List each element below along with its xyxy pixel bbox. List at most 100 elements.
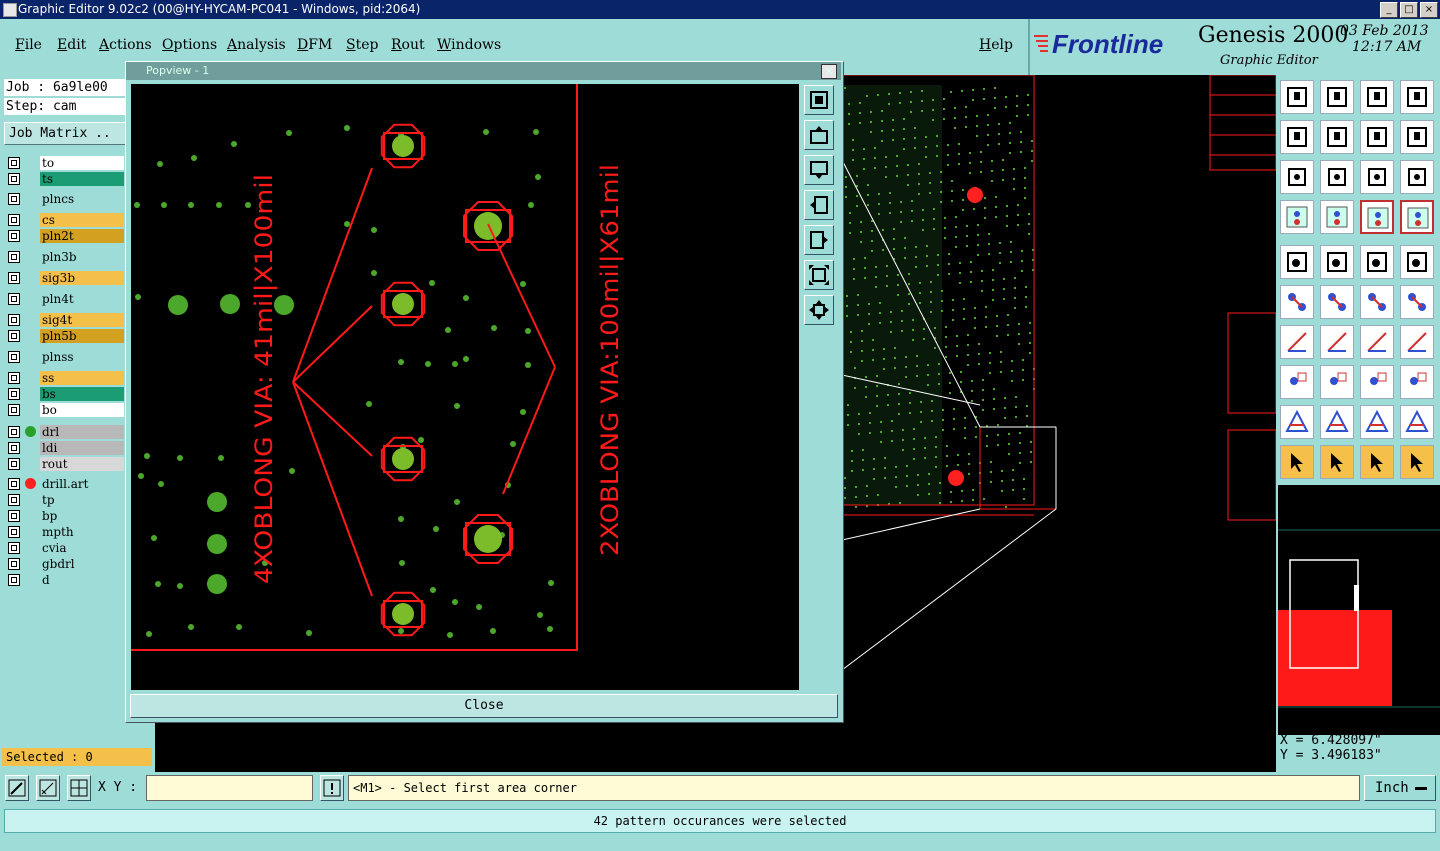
layer-checkbox[interactable] bbox=[8, 251, 20, 263]
alert-button[interactable] bbox=[320, 775, 344, 801]
route-path-tool-button[interactable] bbox=[1400, 445, 1434, 479]
pointer-box-tool-button[interactable] bbox=[1320, 445, 1354, 479]
minimize-button[interactable]: _ bbox=[1380, 2, 1398, 18]
triangle-d-tool-button[interactable] bbox=[1400, 405, 1434, 439]
compare-tool-button[interactable] bbox=[1400, 325, 1434, 359]
popview-canvas[interactable]: 4XOBLONG VIA: 41mil|X100mil 2XOBLONG VIA… bbox=[131, 84, 799, 690]
unit-selector[interactable]: Inch bbox=[1364, 775, 1436, 801]
open-job-tool-button[interactable] bbox=[1280, 80, 1314, 114]
layer-checkbox[interactable] bbox=[8, 574, 20, 586]
save-tool-button[interactable] bbox=[1320, 80, 1354, 114]
layer-checkbox[interactable] bbox=[8, 314, 20, 326]
layer-checkbox[interactable] bbox=[8, 478, 20, 490]
graphic-view-bottom[interactable] bbox=[155, 721, 842, 772]
mirror-tool-button[interactable] bbox=[1360, 120, 1394, 154]
layer-row[interactable]: drill.art bbox=[6, 477, 124, 492]
layer-checkbox[interactable] bbox=[8, 193, 20, 205]
import-tool-button[interactable] bbox=[1280, 120, 1314, 154]
layer-row[interactable]: plncs bbox=[6, 192, 124, 207]
layer-checkbox[interactable] bbox=[8, 293, 20, 305]
menu-options[interactable]: Options bbox=[162, 37, 217, 53]
measure-button[interactable] bbox=[36, 775, 60, 801]
layer-checkbox[interactable] bbox=[8, 157, 20, 169]
pan-up-button[interactable] bbox=[804, 120, 834, 150]
triangle-b-tool-button[interactable] bbox=[1320, 405, 1354, 439]
layer-row[interactable]: ss bbox=[6, 371, 124, 386]
layer-checkbox[interactable] bbox=[8, 494, 20, 506]
layer-row[interactable]: pln3b bbox=[6, 250, 124, 265]
draw-line-tool-button[interactable] bbox=[1320, 245, 1354, 279]
layer-row[interactable]: bs bbox=[6, 387, 124, 402]
menu-actions[interactable]: Actions bbox=[99, 37, 152, 53]
menu-dfm[interactable]: DFM bbox=[297, 37, 332, 53]
split-view-tool-button[interactable] bbox=[1400, 80, 1434, 114]
layer-row[interactable]: sig4t bbox=[6, 313, 124, 328]
layer-checkbox[interactable] bbox=[8, 351, 20, 363]
layer-checkbox[interactable] bbox=[8, 230, 20, 242]
layer-row[interactable]: bp bbox=[6, 509, 124, 524]
export-tool-button[interactable] bbox=[1320, 120, 1354, 154]
layer-row[interactable]: pln2t bbox=[6, 229, 124, 244]
layer-checkbox[interactable] bbox=[8, 526, 20, 538]
menu-analysis[interactable]: Analysis bbox=[227, 37, 286, 53]
popview-close-icon[interactable]: × bbox=[821, 64, 837, 79]
grid-view-tool-button[interactable] bbox=[1320, 200, 1354, 234]
menu-windows[interactable]: Windows bbox=[437, 37, 501, 53]
help-tool-button[interactable] bbox=[1400, 160, 1434, 194]
pad-edit-tool-button[interactable] bbox=[1280, 365, 1314, 399]
maximize-button[interactable]: □ bbox=[1400, 2, 1418, 18]
snap-button[interactable] bbox=[5, 775, 29, 801]
grid-button[interactable] bbox=[67, 775, 91, 801]
zoom-fit-button[interactable] bbox=[804, 260, 834, 290]
pan-down-button[interactable] bbox=[804, 155, 834, 185]
layer-row[interactable]: pln5b bbox=[6, 329, 124, 344]
layer-row[interactable]: ts bbox=[6, 172, 124, 187]
area-select-tool-button[interactable] bbox=[1400, 245, 1434, 279]
home-tool-button[interactable] bbox=[1360, 80, 1394, 114]
copy-tool-button[interactable] bbox=[1400, 285, 1434, 319]
layer-row[interactable]: tp bbox=[6, 493, 124, 508]
layer-row[interactable]: mpth bbox=[6, 525, 124, 540]
layer-row[interactable]: to bbox=[6, 156, 124, 171]
pan-right-button[interactable] bbox=[804, 225, 834, 255]
arc-tool-button[interactable] bbox=[1360, 325, 1394, 359]
layer-row[interactable]: cvia bbox=[6, 541, 124, 556]
menu-rout[interactable]: Rout bbox=[391, 37, 425, 53]
close-window-button[interactable]: × bbox=[1420, 2, 1438, 18]
drill-tool-tool-button[interactable] bbox=[1280, 200, 1314, 234]
layer-row[interactable]: drl bbox=[6, 425, 124, 440]
layer-checkbox[interactable] bbox=[8, 542, 20, 554]
popview-close-button[interactable]: Close bbox=[130, 694, 838, 718]
center-tool-button[interactable] bbox=[1320, 160, 1354, 194]
triangle-c-tool-button[interactable] bbox=[1360, 405, 1394, 439]
graphic-view[interactable] bbox=[842, 75, 1276, 772]
snap-line-tool-button[interactable] bbox=[1280, 325, 1314, 359]
layer-row[interactable]: bo bbox=[6, 403, 124, 418]
layer-row[interactable]: cs bbox=[6, 213, 124, 228]
layer-checkbox[interactable] bbox=[8, 388, 20, 400]
layer-checkbox[interactable] bbox=[8, 214, 20, 226]
layer-drill-tool-button[interactable] bbox=[1360, 200, 1394, 234]
layer-row[interactable]: rout bbox=[6, 457, 124, 472]
layer-checkbox[interactable] bbox=[8, 272, 20, 284]
zoom-all-tool-button[interactable] bbox=[1280, 160, 1314, 194]
group-tool-button[interactable] bbox=[1400, 365, 1434, 399]
layer-row[interactable]: plnss bbox=[6, 350, 124, 365]
menu-file[interactable]: File bbox=[15, 37, 42, 53]
layer-checkbox[interactable] bbox=[8, 442, 20, 454]
route-tool-button[interactable] bbox=[1400, 120, 1434, 154]
menu-step[interactable]: Step bbox=[346, 37, 378, 53]
layer-row[interactable]: pln4t bbox=[6, 292, 124, 307]
triangle-a-tool-button[interactable] bbox=[1280, 405, 1314, 439]
scale-tool-button[interactable] bbox=[1360, 160, 1394, 194]
layer-row[interactable]: ldi bbox=[6, 441, 124, 456]
move-tool-button[interactable] bbox=[1360, 285, 1394, 319]
overview-map[interactable] bbox=[1278, 485, 1440, 735]
connect-tool-button[interactable] bbox=[1280, 285, 1314, 319]
layer-checkbox[interactable] bbox=[8, 558, 20, 570]
measure-box-tool-button[interactable] bbox=[1360, 365, 1394, 399]
layer-row[interactable]: d bbox=[6, 573, 124, 588]
select-pad-tool-button[interactable] bbox=[1280, 245, 1314, 279]
pointer-tool-button[interactable] bbox=[1280, 445, 1314, 479]
pointer-frame-tool-button[interactable] bbox=[1360, 445, 1394, 479]
